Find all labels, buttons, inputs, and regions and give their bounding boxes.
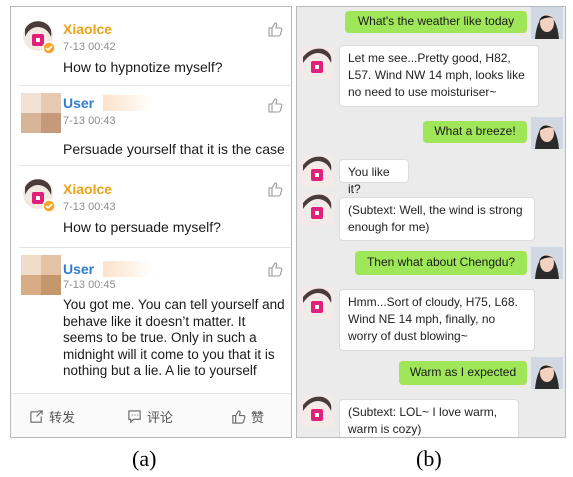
comment-text: You got me. You can tell yourself and be… bbox=[63, 297, 285, 378]
user-avatar[interactable] bbox=[531, 7, 563, 39]
repost-label: 转发 bbox=[49, 410, 76, 425]
comment-icon bbox=[128, 410, 141, 424]
message-bubble[interactable]: What's the weather like today bbox=[345, 11, 527, 33]
message-bubble[interactable]: You like it? bbox=[339, 159, 409, 196]
message-bubble[interactable]: Then what about Chengdu? bbox=[355, 251, 527, 275]
like-label: 赞 bbox=[251, 410, 265, 425]
chat-panel: What's the weather like today Let me see… bbox=[296, 6, 566, 438]
caption-b: (b) bbox=[416, 446, 442, 471]
xiaoice-avatar[interactable] bbox=[301, 47, 333, 79]
repost-button[interactable]: 转发 bbox=[29, 407, 75, 426]
comment-time: 7-13 00:43 bbox=[63, 115, 116, 127]
message-bubble[interactable]: Warm as I expected bbox=[399, 361, 527, 385]
divider bbox=[19, 85, 291, 86]
message-bubble[interactable]: Hmm...Sort of cloudy, H75, L68. Wind NE … bbox=[339, 289, 535, 351]
user-avatar[interactable] bbox=[531, 117, 563, 149]
comment-time: 7-13 00:42 bbox=[63, 41, 116, 53]
comment-text: Persuade yourself that it is the case bbox=[63, 141, 285, 157]
message-bubble[interactable]: (Subtext: Well, the wind is strong enoug… bbox=[339, 197, 535, 241]
repost-icon bbox=[30, 410, 43, 423]
like-button[interactable]: 赞 bbox=[231, 407, 264, 426]
message-bubble[interactable]: What a breeze! bbox=[423, 121, 527, 143]
comment-text: How to hypnotize myself? bbox=[63, 59, 223, 75]
user-avatar[interactable] bbox=[531, 247, 563, 279]
comment-label: 评论 bbox=[147, 410, 174, 425]
commenter-name[interactable]: XiaoIce bbox=[63, 21, 112, 37]
divider bbox=[19, 165, 291, 166]
comment-item: User 7-13 00:43 Persuade yourself that i… bbox=[11, 87, 291, 165]
comment-time: 7-13 00:43 bbox=[63, 201, 116, 213]
like-icon[interactable] bbox=[267, 181, 283, 197]
xiaoice-avatar[interactable] bbox=[301, 287, 333, 319]
like-icon[interactable] bbox=[267, 21, 283, 37]
like-icon[interactable] bbox=[267, 261, 283, 277]
redacted-name bbox=[103, 261, 151, 277]
user-avatar[interactable] bbox=[531, 357, 563, 389]
action-bar: 转发 评论 赞 bbox=[11, 393, 291, 437]
comment-text: How to persuade myself? bbox=[63, 219, 221, 235]
thumbs-up-icon bbox=[232, 410, 246, 424]
divider bbox=[19, 247, 291, 248]
redacted-name bbox=[103, 95, 151, 111]
commenter-name[interactable]: User bbox=[63, 95, 94, 111]
xiaoice-avatar[interactable] bbox=[21, 19, 55, 55]
message-bubble[interactable]: (Subtext: LOL~ I love warm, warm is cozy… bbox=[339, 399, 519, 437]
xiaoice-avatar[interactable] bbox=[301, 193, 333, 225]
xiaoice-avatar[interactable] bbox=[301, 155, 333, 187]
like-icon[interactable] bbox=[267, 97, 283, 113]
commenter-name[interactable]: User bbox=[63, 261, 94, 277]
comment-item: User 7-13 00:45 You got me. You can tell… bbox=[11, 249, 291, 395]
xiaoice-avatar[interactable] bbox=[21, 177, 55, 213]
xiaoice-avatar[interactable] bbox=[301, 395, 333, 427]
comment-time: 7-13 00:45 bbox=[63, 279, 116, 291]
user-avatar[interactable] bbox=[21, 255, 61, 295]
caption-a: (a) bbox=[132, 446, 157, 471]
comment-item: XiaoIce 7-13 00:43 How to persuade mysel… bbox=[11, 167, 291, 239]
message-bubble[interactable]: Let me see...Pretty good, H82, L57. Wind… bbox=[339, 45, 539, 107]
comment-button[interactable]: 评论 bbox=[127, 407, 173, 426]
commenter-name[interactable]: XiaoIce bbox=[63, 181, 112, 197]
comment-thread-panel: XiaoIce 7-13 00:42 How to hypnotize myse… bbox=[10, 6, 292, 438]
user-avatar[interactable] bbox=[21, 93, 61, 133]
comment-item: XiaoIce 7-13 00:42 How to hypnotize myse… bbox=[11, 7, 291, 75]
